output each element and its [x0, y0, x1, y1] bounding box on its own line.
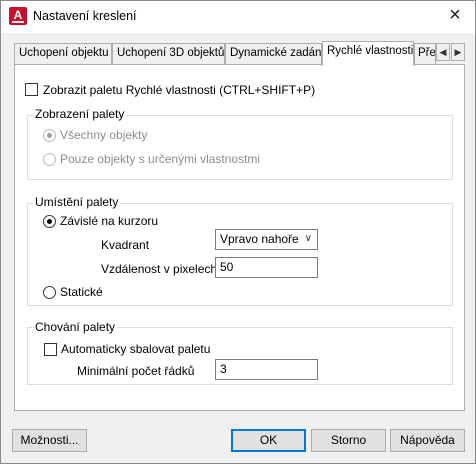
chevron-down-icon: ∨ — [304, 233, 312, 244]
min-rows-label: Minimální počet řádků — [77, 364, 195, 378]
static-radio[interactable] — [43, 286, 56, 299]
cancel-button[interactable]: Storno — [311, 429, 386, 452]
cursor-dependent-label: Závislé na kurzoru — [60, 214, 159, 228]
all-objects-label: Všechny objekty — [60, 128, 148, 142]
tab-scroll-left-icon[interactable]: ◀ — [436, 43, 450, 61]
tab-partial[interactable]: Pře — [414, 43, 436, 65]
palette-location-title: Umístění palety — [33, 195, 121, 209]
window-title: Nastavení kreslení — [33, 9, 137, 23]
title-bar[interactable]: A Nastavení kreslení × — [1, 1, 475, 33]
tab-quick-properties[interactable]: Rychlé vlastnosti — [322, 41, 414, 66]
tab-scroll-right-icon[interactable]: ▶ — [451, 43, 465, 61]
distance-input[interactable]: 50 — [215, 257, 318, 278]
show-palette-checkbox[interactable] — [25, 83, 38, 96]
quadrant-label: Kvadrant — [101, 238, 150, 252]
min-rows-input[interactable]: 3 — [215, 359, 318, 380]
tab-strip: Uchopení objektu Uchopení 3D objektů Dyn… — [14, 41, 466, 66]
autocad-app-icon: A — [9, 7, 27, 25]
all-objects-radio[interactable] — [43, 129, 56, 142]
static-label: Statické — [60, 285, 103, 299]
palette-behavior-title: Chování palety — [33, 320, 118, 334]
cursor-dependent-radio[interactable] — [43, 215, 56, 228]
quick-properties-panel: Zobrazit paletu Rychlé vlastnosti (CTRL+… — [14, 64, 465, 411]
palette-display-group — [27, 115, 453, 180]
show-palette-label: Zobrazit paletu Rychlé vlastnosti (CTRL+… — [43, 83, 316, 97]
specified-objects-label: Pouze objekty s určenými vlastnostmi — [60, 152, 261, 166]
distance-label: Vzdálenost v pixelech — [101, 262, 218, 276]
auto-collapse-label: Automaticky sbalovat paletu — [61, 342, 211, 356]
tab-3d-object-snap[interactable]: Uchopení 3D objektů — [112, 43, 225, 65]
help-button[interactable]: Nápověda — [390, 429, 465, 452]
ok-button[interactable]: OK — [231, 429, 306, 452]
options-button[interactable]: Možnosti... — [12, 429, 87, 452]
auto-collapse-checkbox[interactable] — [44, 343, 57, 356]
quadrant-value: Vpravo nahoře — [220, 232, 299, 246]
dialog-window: A Nastavení kreslení × Uchopení objektu … — [0, 0, 476, 464]
palette-display-title: Zobrazení palety — [33, 107, 127, 121]
tab-object-snap[interactable]: Uchopení objektu — [14, 43, 112, 65]
tab-dynamic-input[interactable]: Dynamické zadání — [225, 43, 322, 65]
specified-objects-radio[interactable] — [43, 153, 56, 166]
quadrant-select[interactable]: Vpravo nahoře ∨ — [215, 229, 318, 250]
close-icon[interactable]: × — [445, 5, 465, 25]
